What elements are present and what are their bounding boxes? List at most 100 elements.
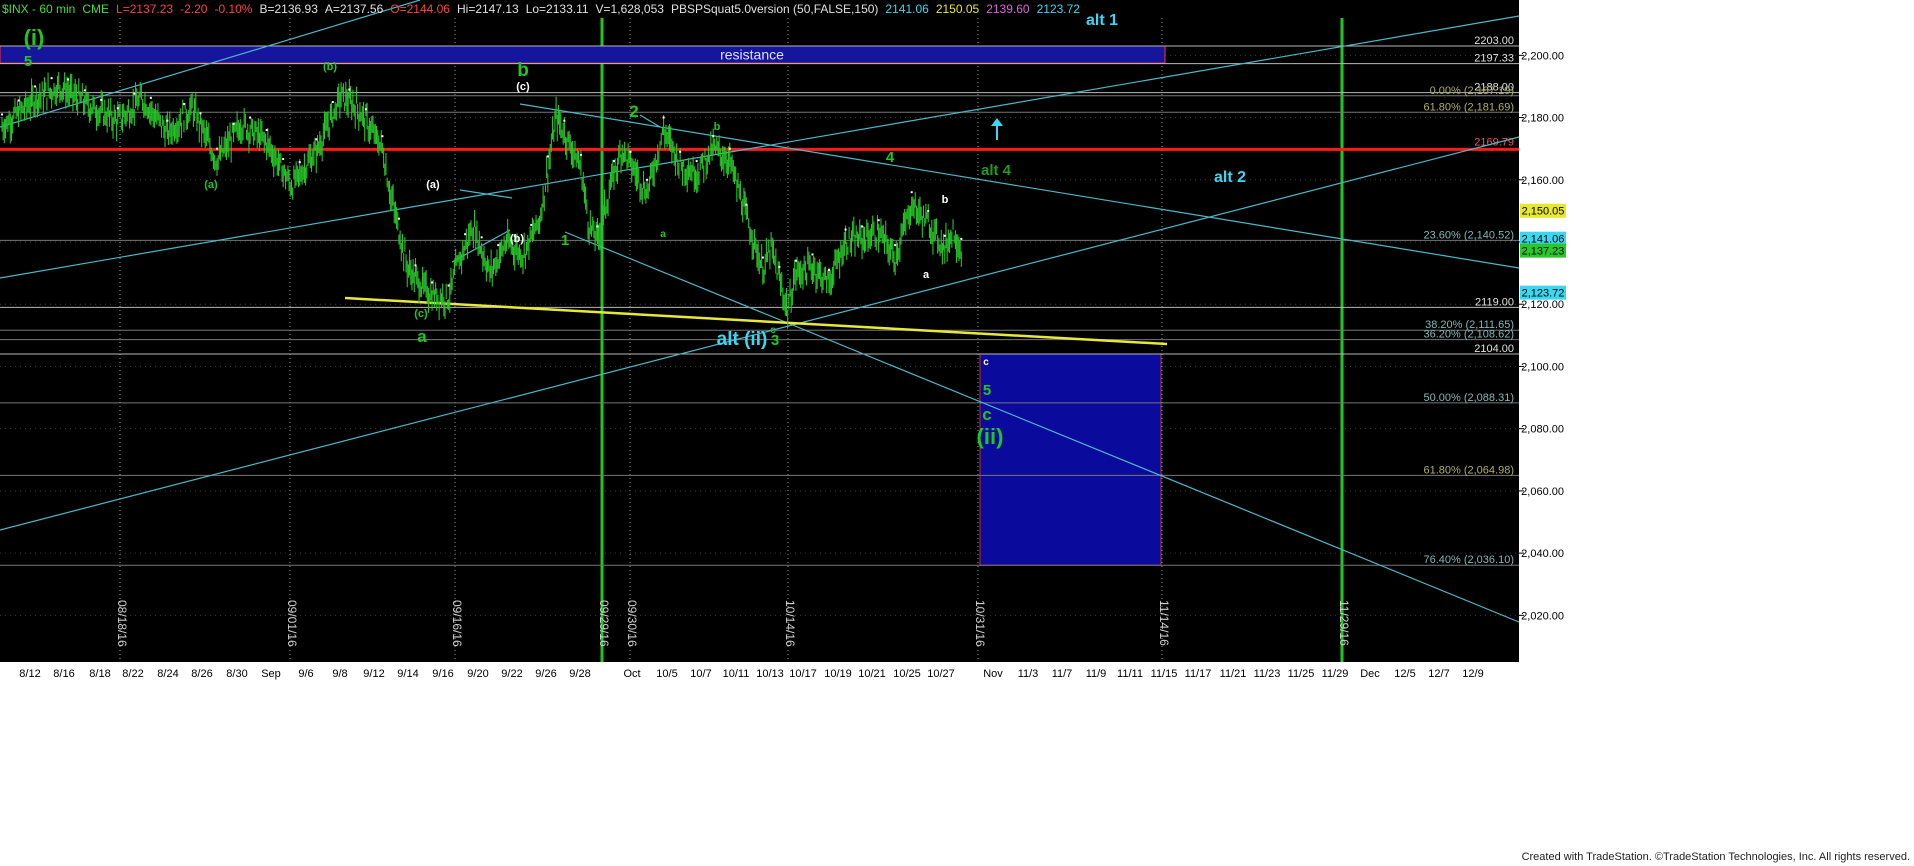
- bar-marker: [612, 160, 615, 163]
- price-flag-label: 2,150.05: [1522, 206, 1565, 218]
- low-price: Lo=2133.11: [525, 2, 589, 16]
- x-tick-label: 9/22: [501, 668, 522, 680]
- x-tick-label: 9/6: [298, 668, 313, 680]
- wave-label: (a): [426, 179, 440, 191]
- bar-marker: [100, 98, 103, 101]
- x-tick-label: 8/26: [191, 668, 212, 680]
- x-tick-label: 8/22: [122, 668, 143, 680]
- price-flag-label: 2,123.72: [1522, 288, 1565, 300]
- wave-label: alt (ii): [717, 329, 768, 350]
- resistance-label: resistance: [720, 47, 784, 63]
- x-tick-label: 11/25: [1288, 668, 1315, 680]
- x-tick-label: 8/24: [157, 668, 178, 680]
- vertical-date-label: 11/14/16: [1157, 600, 1171, 646]
- bar-marker: [745, 203, 748, 206]
- vertical-date-label: 08/18/16: [115, 600, 129, 647]
- bar-marker: [381, 135, 384, 138]
- x-tick-label: 9/16: [432, 668, 453, 680]
- bar-marker: [199, 112, 202, 115]
- wave-label: 4: [886, 149, 895, 166]
- y-tick-label: 2,080.00: [1521, 424, 1564, 436]
- level-label: 23.60% (2,140.52): [1423, 229, 1514, 241]
- vertical-date-label: 10/14/16: [783, 600, 797, 647]
- x-tick-label: 9/28: [569, 668, 590, 680]
- x-tick-label: 9/12: [363, 668, 384, 680]
- vertical-date-label: 09/01/16: [285, 600, 299, 647]
- x-tick-label: 9/8: [332, 668, 347, 680]
- vertical-date-label: 10/31/16: [973, 600, 987, 647]
- y-tick-label: 2,020.00: [1521, 610, 1564, 622]
- bar-marker: [67, 78, 70, 81]
- bar-marker: [530, 223, 533, 226]
- x-tick-label: 10/21: [858, 668, 886, 680]
- bar-marker: [232, 122, 235, 125]
- x-tick-label: 11/15: [1151, 668, 1178, 680]
- target-box: [979, 353, 1162, 566]
- bar-marker: [249, 116, 252, 119]
- x-tick-label: 9/14: [397, 668, 418, 680]
- bar-marker: [282, 158, 285, 161]
- wave-label: b: [517, 60, 529, 81]
- change-value: -2.20: [180, 2, 208, 16]
- wave-label: 5: [983, 382, 991, 399]
- bar-marker: [34, 85, 37, 88]
- bar-marker: [182, 103, 185, 106]
- x-tick-label: 10/11: [723, 668, 750, 680]
- level-label: 2203.00: [1474, 35, 1514, 47]
- bar-marker: [133, 92, 136, 95]
- date-axis-background: [0, 662, 1519, 866]
- x-tick-label: 11/21: [1220, 668, 1247, 680]
- level-label: 61.80% (2,181.69): [1423, 101, 1514, 113]
- x-tick-label: 9/20: [467, 668, 488, 680]
- wave-label: a: [660, 229, 666, 240]
- level-label: 61.80% (2,064.98): [1423, 464, 1514, 476]
- x-tick-label: 8/12: [19, 668, 40, 680]
- bar-marker: [662, 116, 665, 119]
- wave-label: b: [714, 121, 721, 133]
- wave-label: 5: [24, 53, 32, 70]
- change-pct: -0.10%: [214, 2, 253, 16]
- y-tick-label: 2,100.00: [1521, 361, 1564, 373]
- wave-label: a: [923, 269, 930, 281]
- study-value-2: 2150.05: [935, 2, 980, 16]
- bar-marker: [712, 135, 715, 138]
- bar-marker: [960, 237, 963, 240]
- bar-marker: [331, 101, 334, 103]
- wave-label: b: [942, 194, 949, 206]
- open-price: O=2144.06: [390, 2, 450, 16]
- wave-label: 3: [771, 332, 779, 349]
- ask-price: A=2137.56: [324, 2, 384, 16]
- x-tick-label: 8/16: [53, 668, 74, 680]
- bar-marker: [315, 138, 318, 141]
- y-tick-label: 2,120.00: [1521, 299, 1564, 311]
- y-tick-label: 2,200.00: [1521, 50, 1564, 62]
- bar-marker: [778, 265, 781, 268]
- x-tick-label: 12/5: [1394, 668, 1415, 680]
- y-tick-label: 2,180.00: [1521, 113, 1564, 125]
- x-tick-label: 10/27: [927, 668, 955, 680]
- bar-marker: [579, 153, 582, 156]
- bar-marker: [298, 161, 301, 164]
- bar-marker: [149, 96, 152, 99]
- bar-marker: [17, 99, 20, 102]
- bar-marker: [348, 88, 351, 91]
- bar-marker: [83, 89, 86, 92]
- study-value-3: 2139.60: [986, 2, 1030, 16]
- wave-label: c: [982, 405, 991, 424]
- wave-label: (i): [24, 25, 45, 50]
- level-label: 36.20% (2,108.62): [1423, 329, 1514, 341]
- y-tick-label: 2,040.00: [1521, 548, 1564, 560]
- bar-marker: [761, 256, 764, 259]
- vertical-date-label: 09/16/16: [450, 600, 464, 647]
- study-value-1: 2141.06: [885, 2, 929, 16]
- vertical-date-label: 11/29/16: [1337, 600, 1351, 646]
- x-tick-label: 10/19: [824, 668, 852, 680]
- bar-marker: [679, 150, 682, 153]
- price-chart: resistance 2203.002197.332188.000.00% (2…: [0, 0, 1914, 866]
- bar-marker: [414, 264, 417, 267]
- bar-marker: [497, 244, 500, 247]
- bar-marker: [364, 108, 367, 111]
- x-tick-label: 11/7: [1052, 668, 1073, 680]
- vertical-date-label: 09/30/16: [625, 600, 639, 647]
- x-tick-label: 10/17: [789, 668, 817, 680]
